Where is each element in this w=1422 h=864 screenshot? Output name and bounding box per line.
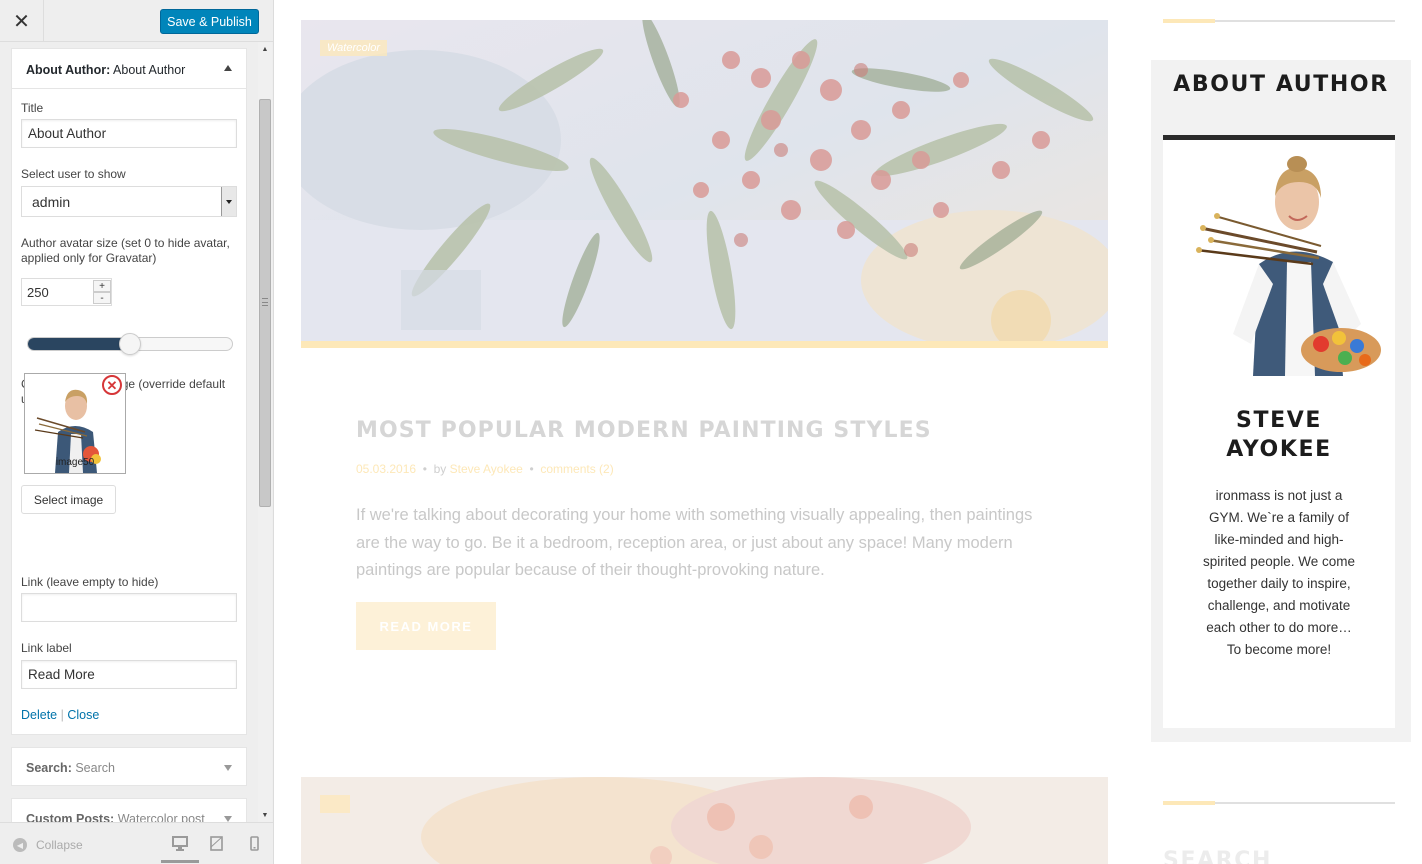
post-date: 05.03.2016 [356,462,417,476]
select-user-dropdown[interactable]: admin [21,186,237,217]
link-label-label: Link label [21,641,72,655]
read-more-button[interactable]: READ MORE [356,602,496,650]
desktop-icon[interactable] [172,836,188,851]
grip-icon [262,298,268,306]
select-user-label: Select user to show [21,167,126,181]
mobile-icon[interactable] [250,836,259,851]
widget-name: Search [75,761,115,775]
search-widget[interactable]: Search: Search [11,747,247,786]
link-label: Link (leave empty to hide) [21,575,159,589]
sidebar-divider [1163,19,1395,23]
widgets-scroll-area[interactable]: About Author: About Author Title Select … [0,42,273,822]
site-preview: Watercolor MOST POPULAR MODERN PAINTING … [274,0,1422,864]
widget-title: Custom Posts: Watercolor post [26,812,205,822]
decrement-icon[interactable]: - [93,292,111,304]
caret-down-icon[interactable] [224,765,232,771]
link-input[interactable] [21,593,237,622]
author-name: STEVE AYOKEE [1226,408,1332,462]
post-featured-image[interactable] [301,20,1108,343]
actions-separator: | [60,708,64,722]
slider-fill [28,338,131,350]
widget-type-label: Search: [26,761,72,775]
widget-type-label: Custom Posts: [26,812,115,822]
widget-title: Search: Search [26,761,115,775]
slider-handle[interactable] [119,333,141,355]
post-by: by [433,462,447,476]
avatar-filename: image50 [55,457,95,468]
post-meta: 05.03.2016 • by Steve Ayokee • comments … [356,462,614,476]
blog-post-card: Watercolor MOST POPULAR MODERN PAINTING … [301,20,1108,688]
select-user-value: admin [32,194,71,210]
increment-icon[interactable]: + [93,280,111,292]
post-category-badge[interactable]: Watercolor [320,40,387,56]
avatar-size-value: 250 [27,285,49,300]
sidebar-divider [1163,801,1395,805]
customizer-panel: ✕ Save & Publish About Author: About Aut… [0,0,274,864]
about-author-sidebar-widget: ABOUT AUTHOR STEVE AYOKEE ironmass is no… [1151,60,1411,742]
customizer-footer: ◀ Collapse [0,822,273,864]
panel-scrollbar[interactable]: ▲ ▼ [258,42,272,822]
about-author-title: ABOUT AUTHOR [1173,72,1389,97]
custom-posts-widget[interactable]: Custom Posts: Watercolor post [11,798,247,822]
post-excerpt: If we're talking about decorating your h… [356,506,1033,579]
save-publish-button[interactable]: Save & Publish [160,9,259,34]
scroll-thumb[interactable] [259,99,271,507]
widget-actions: Delete | Close [21,708,99,722]
dropdown-arrow-icon[interactable] [221,187,236,216]
collapse-icon[interactable]: ◀ [13,838,27,852]
post-author-link[interactable]: Steve Ayokee [450,462,523,476]
widget-name: About Author [113,63,186,77]
close-link[interactable]: Close [67,708,99,722]
search-widget-title: SEARCH [1163,848,1272,864]
watercolor-painting-image [301,20,1108,343]
select-image-button[interactable]: Select image [21,485,116,514]
post-comments-link[interactable]: comments (2) [540,462,613,476]
watercolor-painting-image[interactable] [301,777,1108,864]
customizer-header: ✕ Save & Publish [0,0,273,42]
tablet-icon[interactable] [210,836,223,851]
widget-name: Watercolor post [117,812,205,822]
author-bio: ironmass is not just a GYM. We`re a fami… [1202,488,1356,657]
delete-link[interactable]: Delete [21,708,57,722]
widget-header[interactable]: About Author: About Author [12,49,246,89]
scroll-down-icon[interactable]: ▼ [258,808,272,822]
author-avatar [1193,144,1388,376]
image-accent-bar [301,341,1108,348]
post-category-badge[interactable] [320,795,350,813]
widget-type-label: About Author: [26,63,111,77]
avatar-size-label: Author avatar size (set 0 to hide avatar… [21,236,230,265]
collapse-label[interactable]: Collapse [36,838,83,852]
close-icon[interactable]: ✕ [0,0,44,42]
author-card: STEVE AYOKEE ironmass is not just a GYM.… [1163,140,1395,728]
caret-up-icon[interactable] [224,65,232,71]
device-selected-indicator [161,860,199,863]
about-author-widget: About Author: About Author Title Select … [11,48,247,735]
remove-avatar-icon[interactable]: ✕ [102,375,122,395]
title-input[interactable] [21,119,237,148]
scroll-up-icon[interactable]: ▲ [258,42,272,56]
title-label: Title [21,101,44,115]
link-label-input[interactable] [21,660,237,689]
blog-post-card [301,777,1108,864]
post-title[interactable]: MOST POPULAR MODERN PAINTING STYLES [356,418,932,443]
